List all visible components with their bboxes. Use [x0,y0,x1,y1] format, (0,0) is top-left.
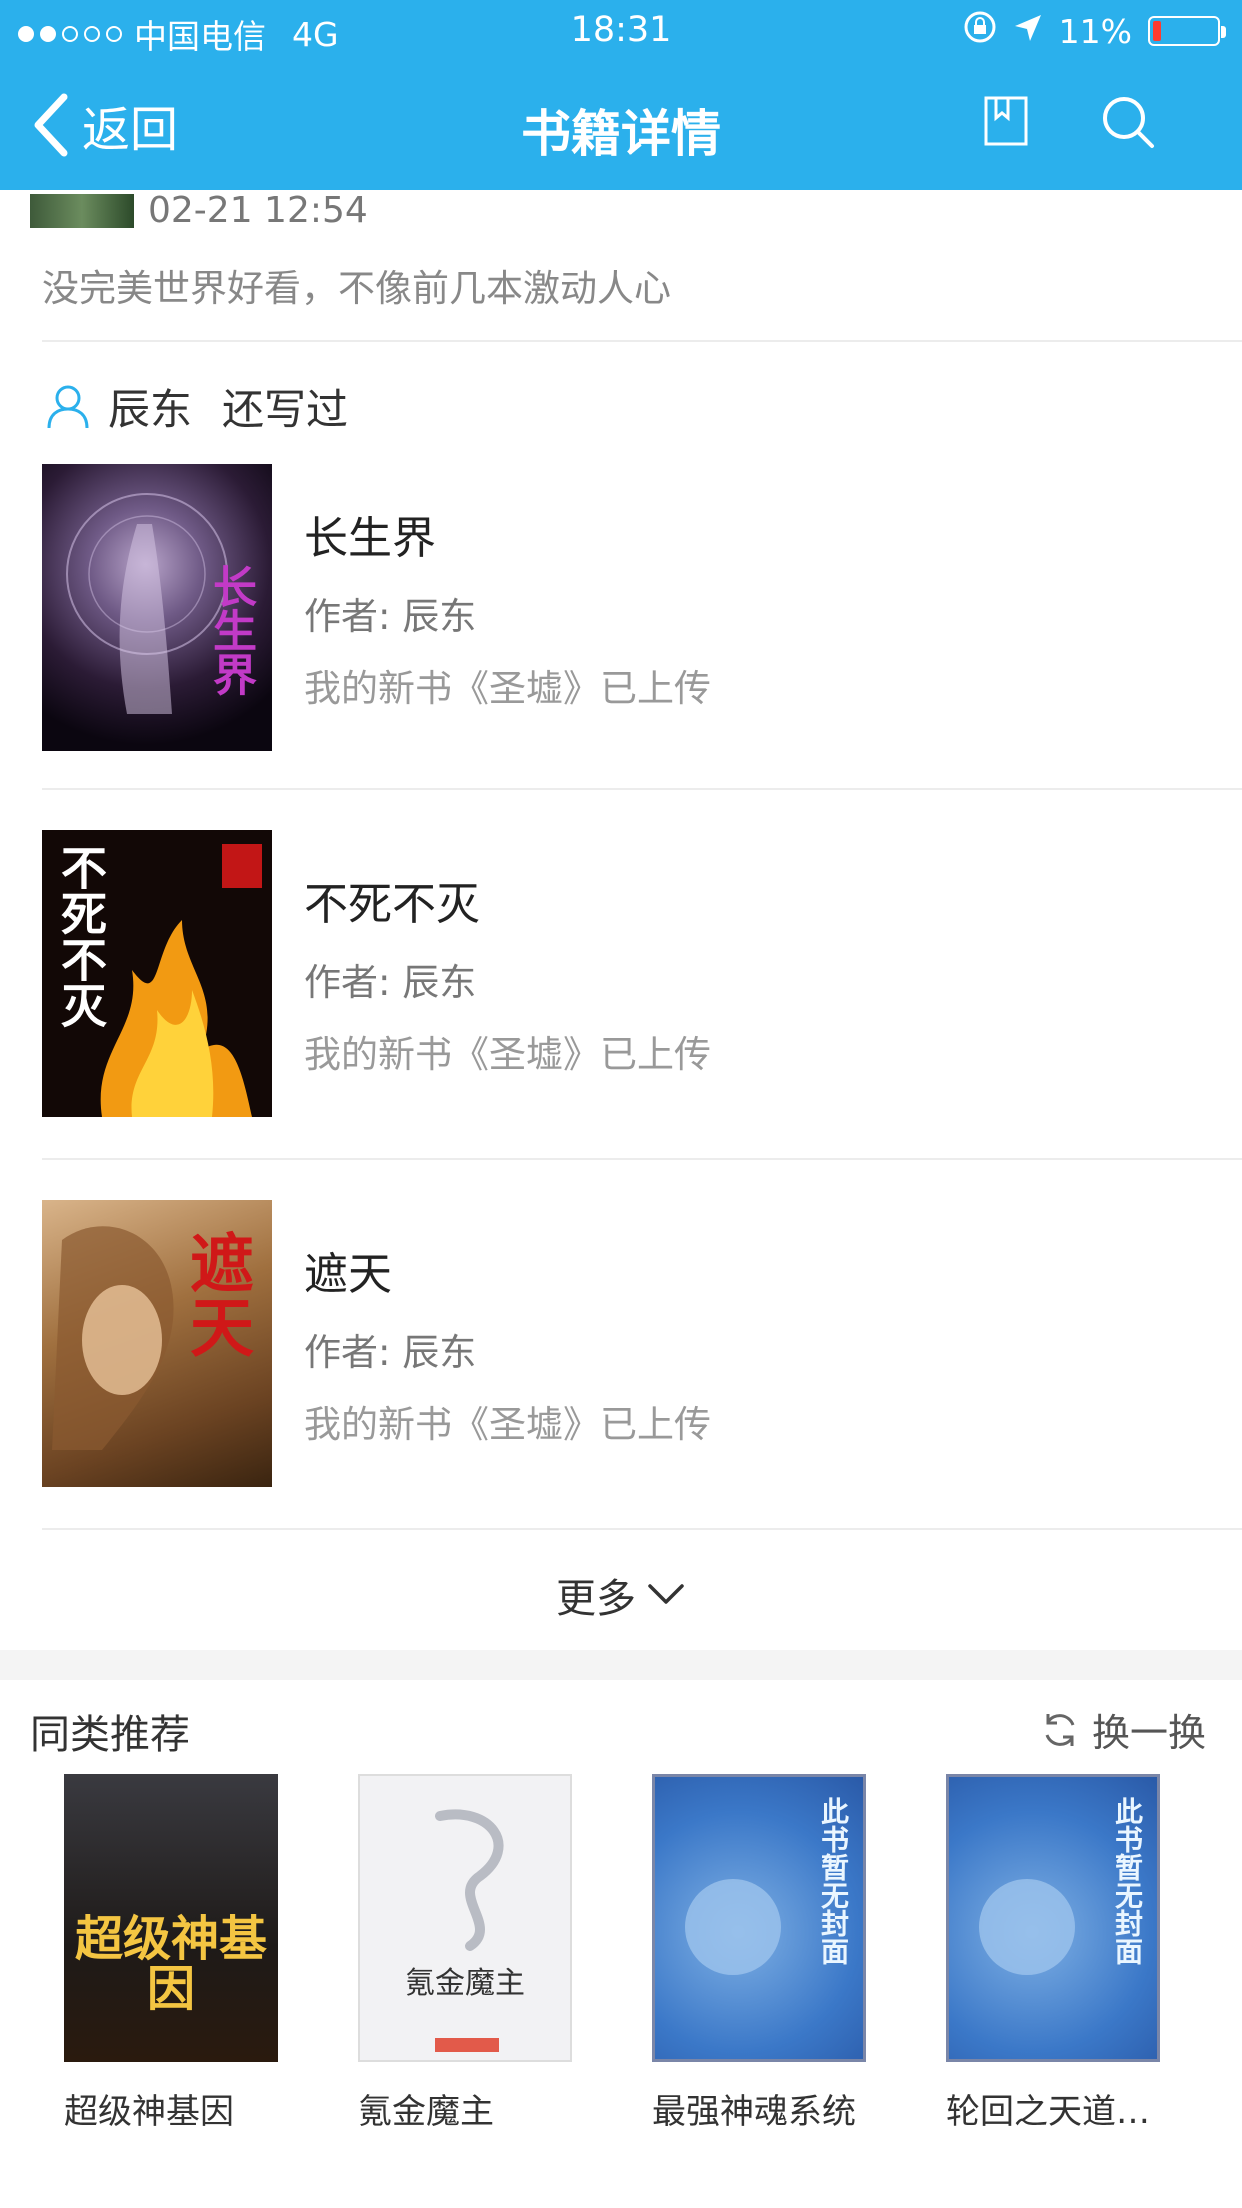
book-title: 不死不灭 [304,879,480,930]
bookmark-icon[interactable] [976,92,1036,152]
user-icon [47,385,89,428]
section-gap [0,1650,1242,1680]
comment-date: 02-21 12:54 [148,190,368,231]
recommend-book-title: 氪金魔主 [358,2092,494,2132]
recommend-book-title: 最强神魂系统 [652,2092,856,2132]
cover-title: 此书暂无封面 [1111,1797,1144,1965]
book-item[interactable]: 长生界 长生界 作者: 辰东 我的新书《圣墟》已上传 [42,464,1242,754]
battery-percent: 11% [1058,11,1132,51]
cover-title: 长生界 [205,564,256,696]
book-title: 长生界 [304,513,436,564]
recommend-book-title: 轮回之天道… [946,2092,1150,2132]
divider [42,340,1242,342]
cover-title: 遮天 [179,1230,254,1358]
book-author: 作者: 辰东 [304,1331,477,1374]
cover-title: 此书暂无封面 [817,1797,850,1965]
cover-title: 氪金魔主 [405,1966,525,2001]
book-item[interactable]: 不死不灭 不死不灭 作者: 辰东 我的新书《圣墟》已上传 [42,830,1242,1120]
divider [42,788,1242,790]
book-description: 我的新书《圣墟》已上传 [304,1403,711,1446]
divider [42,1528,1242,1530]
book-cover: 遮天 [42,1200,272,1487]
location-arrow-icon [1013,12,1043,51]
book-title: 遮天 [304,1249,392,1300]
book-cover: 氪金魔主 [358,1774,572,2062]
recommend-item[interactable]: 此书暂无封面 最强神魂系统 [652,1774,872,2133]
search-icon[interactable] [1098,92,1158,152]
refresh-icon [1045,1713,1075,1746]
more-button[interactable]: 更多 [0,1566,1242,1624]
book-author: 作者: 辰东 [304,595,477,638]
book-cover: 长生界 [42,464,272,751]
book-cover: 超级神基因 [64,1774,278,2062]
rotation-lock-icon [963,10,997,52]
recommend-item[interactable]: 此书暂无封面 轮回之天道… [946,1774,1166,2133]
book-cover: 此书暂无封面 [652,1774,866,2062]
refresh-button[interactable]: 换一换 [1040,1702,1206,1757]
recommend-title: 同类推荐 [30,1712,190,1758]
book-cover: 此书暂无封面 [946,1774,1160,2062]
book-item[interactable]: 遮天 遮天 作者: 辰东 我的新书《圣墟》已上传 [42,1200,1242,1490]
refresh-label: 换一换 [1091,1711,1206,1755]
book-cover: 不死不灭 [42,830,272,1117]
recommend-item[interactable]: 超级神基因 超级神基因 [64,1774,284,2133]
book-description: 我的新书《圣墟》已上传 [304,667,711,710]
cover-title: 超级神基因 [74,1911,267,2018]
battery-icon [1148,16,1226,46]
nav-bar: 返回 书籍详情 [0,60,1242,190]
commenter-avatar [30,193,134,228]
book-description: 我的新书《圣墟》已上传 [304,1033,711,1076]
author-name: 辰东 [108,385,193,434]
recommend-item[interactable]: 氪金魔主 氪金魔主 [358,1774,578,2133]
more-label: 更多 [556,1576,636,1622]
chevron-down-icon [648,1584,684,1604]
page-title: 书籍详情 [521,105,721,163]
book-author: 作者: 辰东 [304,961,477,1004]
status-bar: 中国电信 4G 18:31 11% [0,0,1242,60]
divider [42,1158,1242,1160]
status-right: 11% [963,10,1226,52]
recommend-book-title: 超级神基因 [64,2092,234,2132]
author-section-header[interactable]: 辰东 还写过 [46,376,348,437]
comment-text: 没完美世界好看，不像前几本激动人心 [42,267,671,310]
cover-title: 不死不灭 [54,844,108,1028]
comment-meta: 02-21 12:54 [30,190,368,231]
also-wrote-label: 还写过 [222,385,349,434]
